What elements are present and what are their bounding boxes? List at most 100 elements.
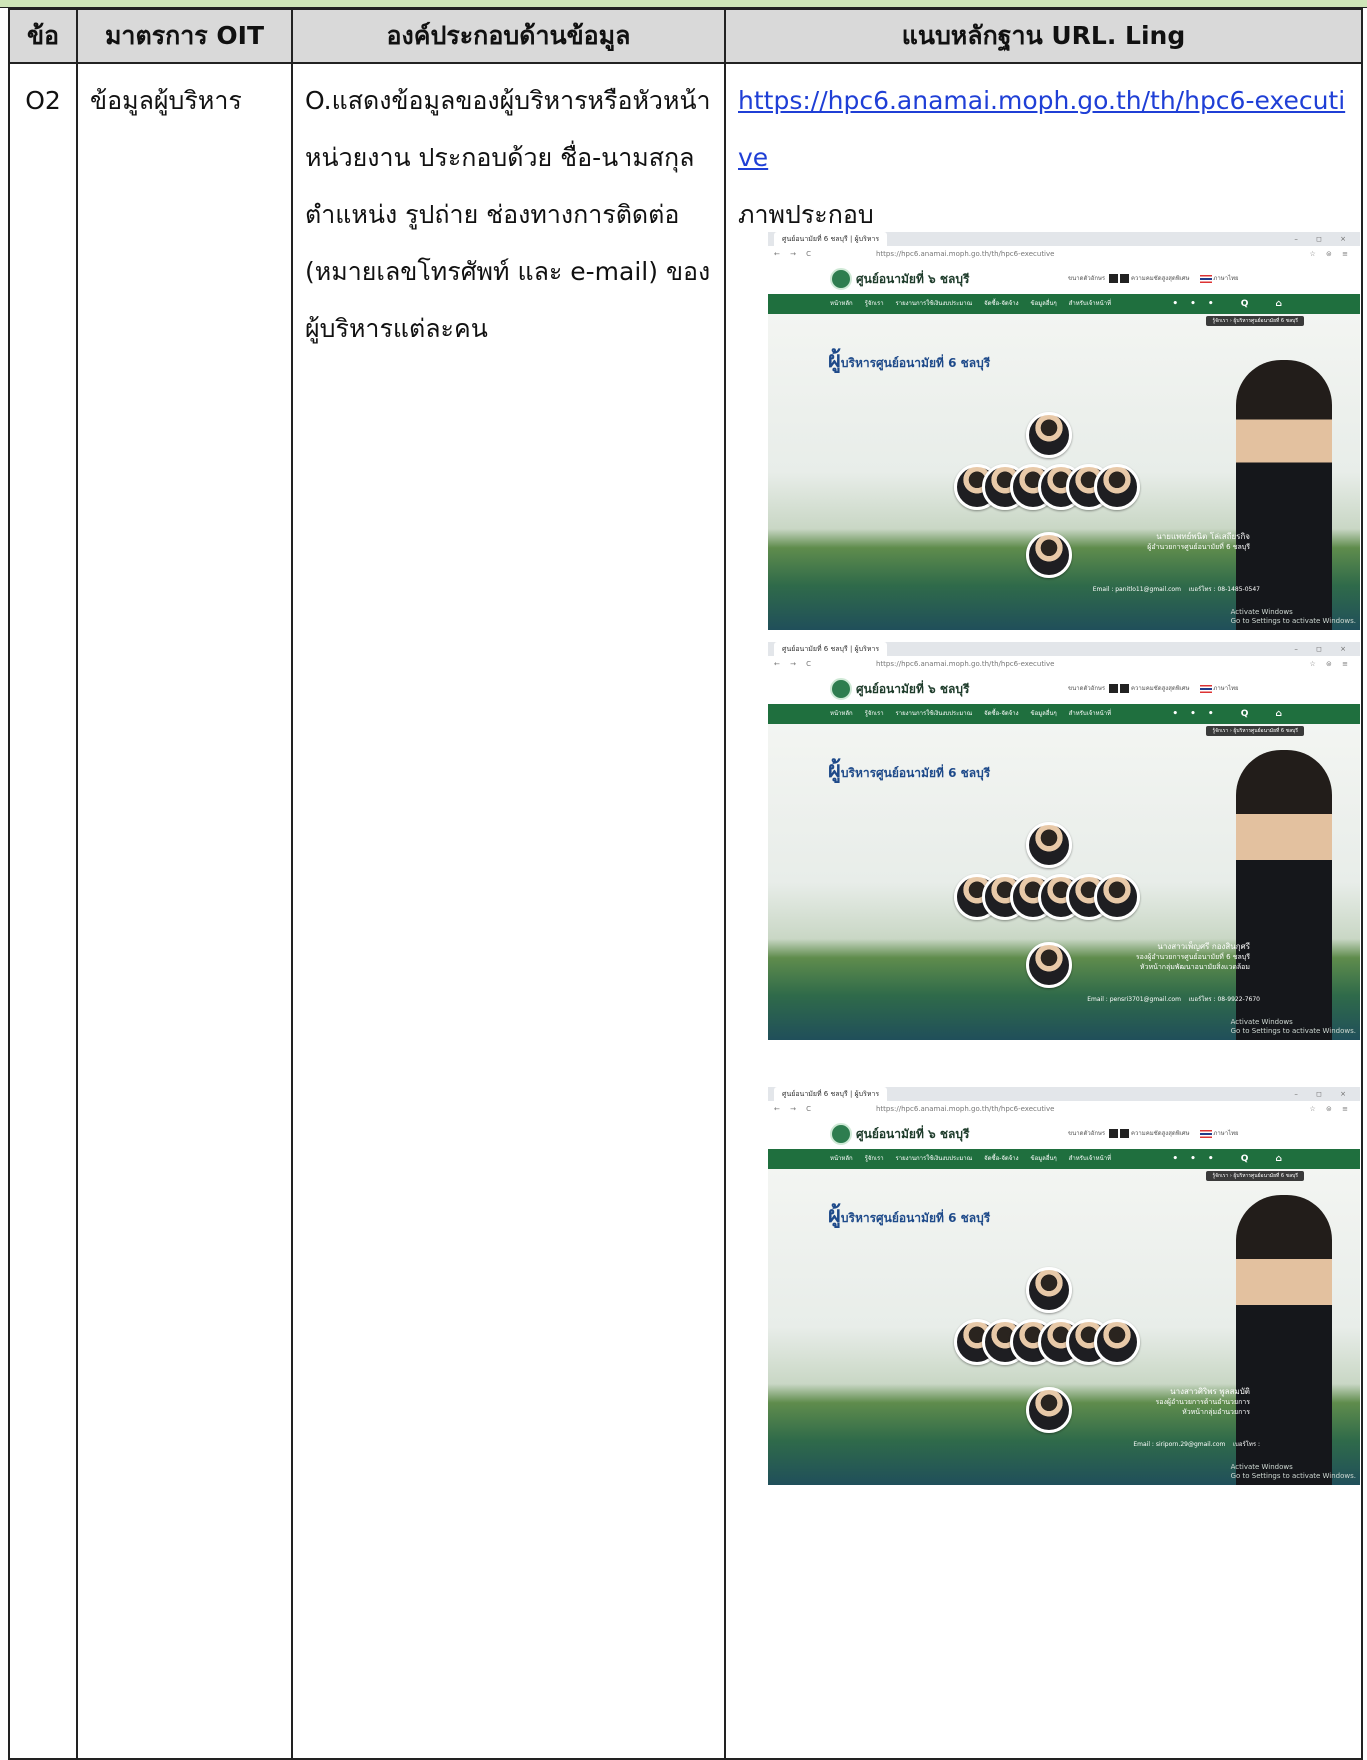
executive-name: นายแพทย์พนิต โล่เสถียรกิจ: [1156, 532, 1250, 541]
contrast-label: ความคมชัดสูงสุดพิเศษ: [1131, 1130, 1190, 1137]
executive-page-screenshot: ศูนย์อนามัยที่ 6 ชลบุรี | ผู้บริหาร – ◻ …: [768, 1087, 1360, 1485]
site-header: ศูนย์อนามัยที่ ๖ ชลบุรี ขนาดตัวอักษร ควา…: [768, 672, 1360, 704]
thai-flag-icon: [1199, 1129, 1212, 1138]
address-url[interactable]: https://hpc6.anamai.moph.go.th/th/hpc6-e…: [876, 656, 1054, 672]
row-description: O.แสดงข้อมูลของผู้บริหารหรือหัวหน้าหน่วย…: [291, 62, 726, 1760]
contrast-button[interactable]: [1120, 684, 1130, 693]
address-url[interactable]: https://hpc6.anamai.moph.go.th/th/hpc6-e…: [876, 246, 1054, 262]
address-url[interactable]: https://hpc6.anamai.moph.go.th/th/hpc6-e…: [876, 1101, 1054, 1117]
executive-contact: Email : panitlo11@gmail.com เบอร์โทร : 0…: [1093, 584, 1260, 594]
breadcrumb[interactable]: รู้จักเรา › ผู้บริหารศูนย์อนามัยที่ 6 ชล…: [1206, 726, 1304, 736]
evidence-link[interactable]: https://hpc6.anamai.moph.go.th/th/hpc6-e…: [738, 72, 1349, 186]
browser-tab-bar: ศูนย์อนามัยที่ 6 ชลบุรี | ผู้บริหาร – ◻ …: [768, 1087, 1360, 1101]
activate-windows-watermark: Activate Windows Go to Settings to activ…: [1230, 1018, 1356, 1035]
window-controls[interactable]: – ◻ ×: [1294, 642, 1354, 656]
page-title: ผู้บริหารศูนย์อนามัยที่ 6 ชลบุรี: [828, 348, 991, 373]
executive-avatar[interactable]: [1094, 464, 1140, 510]
executive-avatar[interactable]: [1026, 822, 1072, 868]
executive-info: นางสาวเพ็ญศรี กองสินกุศรี รองผู้อำนวยการ…: [1136, 942, 1250, 972]
executive-avatar[interactable]: [1094, 874, 1140, 920]
page-title: ผู้บริหารศูนย์อนามัยที่ 6 ชลบุรี: [828, 758, 991, 783]
email-text: Email : pensri3701@gmail.com: [1087, 996, 1181, 1003]
executive-contact: Email : pensri3701@gmail.com เบอร์โทร : …: [1087, 994, 1260, 1004]
executive-avatar[interactable]: [1026, 412, 1072, 458]
phone-text: เบอร์โทร :: [1232, 1441, 1260, 1448]
site-menu: หน้าหลัก รู้จักเรา รายงานการใช้เงินงบประ…: [768, 294, 1360, 314]
font-size-label: ขนาดตัวอักษร: [1068, 685, 1106, 692]
col-header-number: ข้อ: [8, 8, 78, 64]
executive-info: นายแพทย์พนิต โล่เสถียรกิจ ผู้อำนวยการศูน…: [1147, 532, 1250, 552]
site-header: ศูนย์อนามัยที่ ๖ ชลบุรี ขนาดตัวอักษร ควา…: [768, 262, 1360, 294]
contrast-button[interactable]: [1109, 1129, 1119, 1138]
col-header-measure: มาตรการ OIT: [76, 8, 293, 64]
browser-tab[interactable]: ศูนย์อนามัยที่ 6 ชลบุรี | ผู้บริหาร: [774, 642, 888, 656]
executive-avatar[interactable]: [1026, 942, 1072, 988]
menu-items[interactable]: หน้าหลัก รู้จักเรา รายงานการใช้เงินงบประ…: [830, 294, 1111, 314]
anamai-logo-icon[interactable]: [830, 1123, 852, 1145]
menu-items[interactable]: หน้าหลัก รู้จักเรา รายงานการใช้เงินงบประ…: [830, 704, 1111, 724]
executive-role: รองผู้อำนวยการด้านอำนวยการ หัวหน้ากลุ่มอ…: [1155, 1398, 1250, 1416]
executive-avatar[interactable]: [1026, 1387, 1072, 1433]
menu-icons[interactable]: ••• Q ⌂: [1172, 704, 1294, 724]
accessibility-tools: ขนาดตัวอักษร ความคมชัดสูงสุดพิเศษ ภาษาไท…: [1068, 1128, 1239, 1138]
col-header-evidence: แนบหลักฐาน URL. Ling: [724, 8, 1363, 64]
breadcrumb[interactable]: รู้จักเรา › ผู้บริหารศูนย์อนามัยที่ 6 ชล…: [1206, 1171, 1304, 1181]
executive-avatar[interactable]: [1094, 1319, 1140, 1365]
star-icon[interactable]: ☆ ⊜ ≡: [1310, 656, 1352, 672]
activate-windows-watermark: Activate Windows Go to Settings to activ…: [1230, 608, 1356, 625]
browser-tab[interactable]: ศูนย์อนามัยที่ 6 ชลบุรี | ผู้บริหาร: [774, 1087, 888, 1101]
contrast-button[interactable]: [1120, 274, 1130, 283]
address-bar[interactable]: ← → C https://hpc6.anamai.moph.go.th/th/…: [768, 656, 1360, 672]
accessibility-tools: ขนาดตัวอักษร ความคมชัดสูงสุดพิเศษ ภาษาไท…: [1068, 683, 1239, 693]
breadcrumb[interactable]: รู้จักเรา › ผู้บริหารศูนย์อนามัยที่ 6 ชล…: [1206, 316, 1304, 326]
phone-text: เบอร์โทร : 08-1485-0547: [1188, 586, 1260, 593]
executive-avatar[interactable]: [1026, 532, 1072, 578]
browser-nav-buttons[interactable]: ← → C: [774, 656, 815, 672]
executive-role: ผู้อำนวยการศูนย์อนามัยที่ 6 ชลบุรี: [1147, 543, 1250, 551]
window-controls[interactable]: – ◻ ×: [1294, 1087, 1354, 1101]
browser-nav-buttons[interactable]: ← → C: [774, 1101, 815, 1117]
menu-icons[interactable]: ••• Q ⌂: [1172, 1149, 1294, 1169]
executive-page-screenshot: ศูนย์อนามัยที่ 6 ชลบุรี | ผู้บริหาร – ◻ …: [768, 642, 1360, 1040]
accessibility-tools: ขนาดตัวอักษร ความคมชัดสูงสุดพิเศษ ภาษาไท…: [1068, 273, 1239, 283]
address-bar[interactable]: ← → C https://hpc6.anamai.moph.go.th/th/…: [768, 246, 1360, 262]
site-menu: หน้าหลัก รู้จักเรา รายงานการใช้เงินงบประ…: [768, 704, 1360, 724]
anamai-logo-icon[interactable]: [830, 678, 852, 700]
language-select[interactable]: ภาษาไทย: [1213, 685, 1238, 692]
font-size-label: ขนาดตัวอักษร: [1068, 1130, 1106, 1137]
top-border-bar: [0, 0, 1367, 8]
browser-nav-buttons[interactable]: ← → C: [774, 246, 815, 262]
language-select[interactable]: ภาษาไทย: [1213, 275, 1238, 282]
window-controls[interactable]: – ◻ ×: [1294, 232, 1354, 246]
executive-role: รองผู้อำนวยการศูนย์อนามัยที่ 6 ชลบุรี หั…: [1135, 953, 1250, 971]
row-number: O2: [8, 62, 78, 1760]
address-bar[interactable]: ← → C https://hpc6.anamai.moph.go.th/th/…: [768, 1101, 1360, 1117]
phone-text: เบอร์โทร : 08-9922-7670: [1188, 996, 1260, 1003]
contrast-button[interactable]: [1109, 684, 1119, 693]
executive-contact: Email : siriporn.29@gmail.com เบอร์โทร :: [1133, 1439, 1260, 1449]
page-title: ผู้บริหารศูนย์อนามัยที่ 6 ชลบุรี: [828, 1203, 991, 1228]
contrast-label: ความคมชัดสูงสุดพิเศษ: [1131, 275, 1190, 282]
menu-items[interactable]: หน้าหลัก รู้จักเรา รายงานการใช้เงินงบประ…: [830, 1149, 1111, 1169]
anamai-logo-icon[interactable]: [830, 268, 852, 290]
executive-name: นางสาวศิริพร พูลสมบัติ: [1170, 1387, 1250, 1396]
site-name[interactable]: ศูนย์อนามัยที่ ๖ ชลบุรี: [856, 270, 969, 289]
font-size-label: ขนาดตัวอักษร: [1068, 275, 1106, 282]
contrast-button[interactable]: [1120, 1129, 1130, 1138]
contrast-button[interactable]: [1109, 274, 1119, 283]
contrast-label: ความคมชัดสูงสุดพิเศษ: [1131, 685, 1190, 692]
menu-icons[interactable]: ••• Q ⌂: [1172, 294, 1294, 314]
site-name[interactable]: ศูนย์อนามัยที่ ๖ ชลบุรี: [856, 1125, 969, 1144]
thai-flag-icon: [1199, 274, 1212, 283]
executive-avatar[interactable]: [1026, 1267, 1072, 1313]
activate-windows-watermark: Activate Windows Go to Settings to activ…: [1230, 1463, 1356, 1480]
site-name[interactable]: ศูนย์อนามัยที่ ๖ ชลบุรี: [856, 680, 969, 699]
executive-info: นางสาวศิริพร พูลสมบัติ รองผู้อำนวยการด้า…: [1155, 1387, 1250, 1417]
browser-tab[interactable]: ศูนย์อนามัยที่ 6 ชลบุรี | ผู้บริหาร: [774, 232, 888, 246]
star-icon[interactable]: ☆ ⊜ ≡: [1310, 246, 1352, 262]
col-header-description: องค์ประกอบด้านข้อมูล: [291, 8, 726, 64]
site-header: ศูนย์อนามัยที่ ๖ ชลบุรี ขนาดตัวอักษร ควา…: [768, 1117, 1360, 1149]
email-text: Email : siriporn.29@gmail.com: [1133, 1441, 1226, 1448]
language-select[interactable]: ภาษาไทย: [1213, 1130, 1238, 1137]
star-icon[interactable]: ☆ ⊜ ≡: [1310, 1101, 1352, 1117]
